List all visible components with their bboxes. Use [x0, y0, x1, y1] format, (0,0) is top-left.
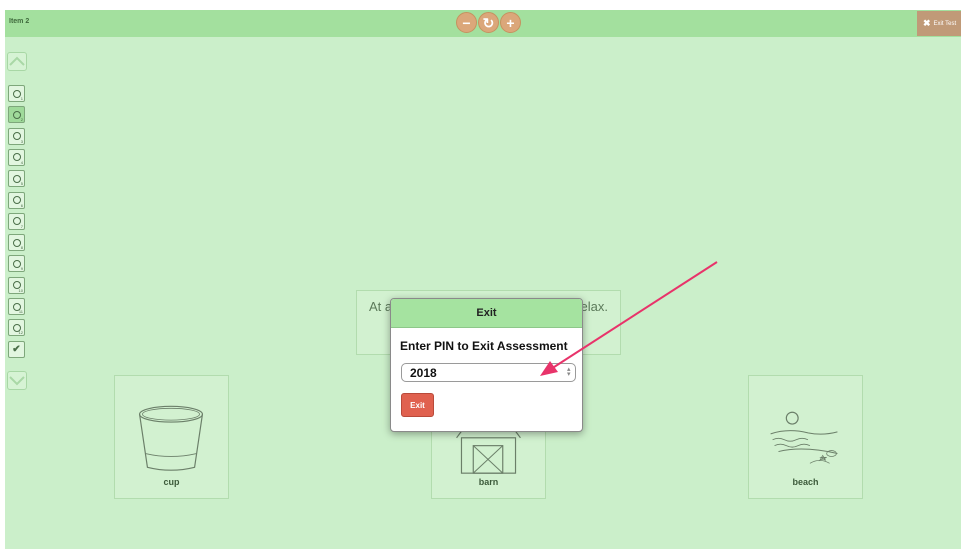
question-button[interactable]: 7	[8, 212, 25, 230]
question-number: 5	[20, 181, 23, 187]
assessment-app: Item 2 − ↻ + ✖ Exit Test 1 2 3 4 5 6 7 8 9 10 11 12…	[5, 10, 961, 549]
exit-test-label: Exit Test	[933, 20, 957, 27]
choice-label-beach: beach	[792, 477, 819, 487]
question-button[interactable]: 2	[8, 106, 25, 124]
exit-pin-dialog: Exit Enter PIN to Exit Assessment ▴▾ Exi…	[390, 298, 583, 432]
question-status-icon	[12, 89, 21, 98]
zoom-reset-button[interactable]: ↻	[478, 12, 499, 33]
choice-beach[interactable]: beach	[748, 375, 863, 499]
beach-icon	[770, 411, 838, 464]
exit-button[interactable]: Exit	[401, 393, 434, 417]
question-number: 1	[20, 96, 23, 101]
question-button[interactable]: 3	[8, 127, 25, 145]
pin-input[interactable]	[401, 363, 576, 382]
top-toolbar: Item 2 − ↻ + ✖ Exit Test	[5, 10, 961, 37]
question-status-icon	[12, 132, 21, 141]
question-number: 12	[18, 330, 23, 336]
item-label: Item 2	[9, 18, 30, 25]
question-status-icon	[12, 259, 21, 268]
question-number: 10	[18, 287, 23, 293]
question-number: 8	[20, 245, 23, 251]
question-number: 2	[20, 117, 23, 123]
question-status-icon	[12, 174, 21, 183]
question-status-icon	[12, 153, 21, 162]
check-icon: ✔	[12, 343, 21, 355]
choice-label-barn: barn	[478, 477, 499, 487]
zoom-in-button[interactable]: +	[500, 12, 521, 33]
question-button[interactable]: 1	[8, 85, 25, 102]
question-button[interactable]: 9	[8, 255, 25, 273]
question-button[interactable]: 11	[8, 298, 25, 315]
question-button[interactable]: 8	[8, 234, 25, 252]
question-button[interactable]: 4	[8, 148, 25, 166]
zoom-out-button[interactable]: −	[456, 12, 477, 33]
pin-prompt: Enter PIN to Exit Assessment	[400, 339, 568, 353]
close-icon: ✖	[923, 18, 931, 28]
dialog-title: Exit	[391, 299, 582, 328]
question-button[interactable]: 10	[8, 276, 25, 294]
question-text-end: elax.	[580, 299, 608, 314]
cup-icon	[138, 405, 204, 471]
question-status-icon	[12, 196, 21, 204]
question-number: 3	[20, 138, 23, 144]
question-number: 4	[20, 159, 23, 165]
scroll-down-button[interactable]	[7, 371, 27, 390]
question-text-start: At a	[369, 299, 393, 314]
choice-label-cup: cup	[163, 477, 180, 487]
pin-stepper-icon[interactable]: ▴ ▾	[567, 366, 571, 378]
scroll-up-button[interactable]	[7, 52, 27, 71]
question-button[interactable]: 5	[8, 170, 25, 188]
question-status-icon	[12, 110, 21, 119]
question-number: 6	[20, 202, 23, 208]
question-number: 11	[18, 309, 23, 314]
question-number: 7	[20, 223, 23, 229]
question-number: 9	[20, 266, 23, 272]
chevron-up-icon	[9, 56, 25, 66]
review-button[interactable]: ✔	[8, 340, 25, 358]
question-status-icon	[12, 217, 21, 226]
choice-cup[interactable]: cup	[114, 375, 229, 499]
question-button[interactable]: 12	[8, 319, 25, 337]
question-button[interactable]: 6	[8, 191, 25, 209]
question-status-icon	[12, 238, 21, 247]
exit-test-button[interactable]: ✖ Exit Test	[917, 11, 961, 36]
chevron-down-icon	[9, 376, 25, 386]
